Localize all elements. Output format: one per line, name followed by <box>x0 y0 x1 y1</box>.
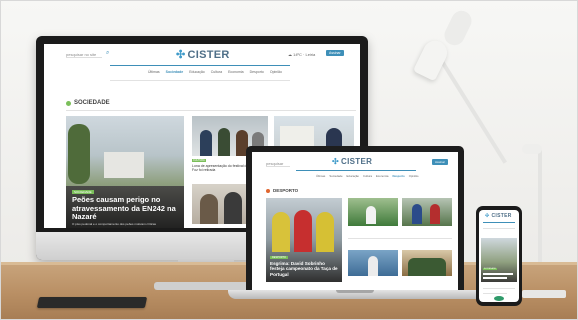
search-input[interactable]: pesquisar no site <box>66 52 102 58</box>
nav-item[interactable]: Desporto <box>250 70 264 74</box>
main-nav: Últimas Sociedade Educação Cultura Econo… <box>316 174 418 178</box>
person-shape <box>272 212 290 252</box>
nav-item-active[interactable]: Sociedade <box>166 70 184 74</box>
logo-text: CISTER <box>491 213 512 219</box>
nav-item-active[interactable]: Desporto <box>392 174 404 178</box>
logo-mark-icon: ✣ <box>332 157 340 166</box>
hero-headline-line <box>483 277 507 279</box>
site-logo[interactable]: ✣ CISTER <box>332 157 372 166</box>
person-shape <box>218 128 230 156</box>
nav-item[interactable]: Cultura <box>363 174 372 178</box>
nav-item[interactable]: Opinião <box>270 70 282 74</box>
search-input[interactable]: pesquisar <box>266 161 290 167</box>
nav-divider <box>110 80 290 81</box>
nav-item[interactable]: Cultura <box>211 70 222 74</box>
header-divider <box>483 222 515 223</box>
section-divider <box>66 110 356 111</box>
person-shape <box>366 206 376 224</box>
laptop-screen: pesquisar ✣ CISTER Assinar Últimas Socie… <box>252 152 458 290</box>
person-shape <box>316 212 334 252</box>
story-photo-court[interactable] <box>348 250 398 276</box>
story-photo-team[interactable] <box>402 250 452 276</box>
person-shape <box>200 194 218 224</box>
side-story-badge[interactable]: CULTURA <box>192 159 206 162</box>
logo-mark-icon: ✣ <box>485 213 490 219</box>
header-divider <box>296 170 416 171</box>
nav-item[interactable]: Educação <box>189 70 205 74</box>
monitor-foot <box>154 282 254 290</box>
section-heading: SOCIEDADE <box>66 100 110 106</box>
site-logo[interactable]: ✣ CISTER <box>485 213 512 219</box>
logo-text: CISTER <box>187 48 230 61</box>
laptop-notch <box>336 290 374 293</box>
main-nav: Últimas Sociedade Educação Cultura Econo… <box>148 70 282 74</box>
person-shape <box>200 130 212 156</box>
nav-item[interactable]: Economia <box>376 174 388 178</box>
section-title: SOCIEDADE <box>74 100 110 106</box>
hero-lede: O piso pedonal e o comportamento dos peõ… <box>72 222 157 226</box>
hero-photo[interactable]: DESPORTO Esgrima: David Sobrinho festeja… <box>266 198 342 282</box>
nav-item[interactable]: Educação <box>347 174 359 178</box>
site-logo[interactable]: ✣ CISTER <box>176 48 230 62</box>
header-divider <box>110 65 290 66</box>
person-shape <box>408 258 446 276</box>
person-shape <box>294 210 312 252</box>
search-icon[interactable]: ⌕ <box>106 50 109 57</box>
tree-shape <box>68 124 90 184</box>
hero-photo[interactable]: SOCIEDADE <box>481 238 517 282</box>
nav-item[interactable]: Últimas <box>316 174 325 178</box>
subscribe-button[interactable]: Assinar <box>326 50 344 56</box>
nav-item[interactable]: Últimas <box>148 70 160 74</box>
nav-item[interactable]: Sociedade <box>329 174 342 178</box>
smartphone: ✣ CISTER SOCIEDADE <box>476 206 522 306</box>
hero-category-badge[interactable]: SOCIEDADE <box>483 268 497 270</box>
section-dot-icon <box>66 100 71 106</box>
story-divider <box>483 288 515 289</box>
logo-text: CISTER <box>341 157 373 166</box>
nav-item[interactable]: Economia <box>228 70 244 74</box>
hero-category-badge[interactable]: DESPORTO <box>270 256 288 259</box>
laptop: pesquisar ✣ CISTER Assinar Últimas Socie… <box>246 146 464 292</box>
hero-headline[interactable]: Esgrima: David Sobrinho festeja campeona… <box>270 261 340 277</box>
hero-headline-line <box>483 273 513 275</box>
section-dot-icon <box>266 188 270 193</box>
hero-category-badge[interactable]: SOCIEDADE <box>72 190 94 194</box>
story-divider <box>483 293 507 294</box>
lamp-joint <box>522 144 542 154</box>
nav-item[interactable]: Opinião <box>409 174 419 178</box>
nav-divider <box>483 228 515 229</box>
phone-screen: ✣ CISTER SOCIEDADE <box>479 210 519 302</box>
home-indicator[interactable] <box>494 296 504 301</box>
story-photo-portrait[interactable] <box>192 184 252 224</box>
person-shape <box>430 204 440 224</box>
weather-widget: ☁ 14ºC · Leiria <box>288 52 316 57</box>
lamp-base <box>522 290 566 298</box>
story-divider <box>348 238 452 239</box>
person-shape <box>368 256 378 276</box>
site-header: pesquisar no site ⌕ ✣ CISTER ☁ 14ºC · Le… <box>44 44 360 62</box>
story-photo-field[interactable] <box>348 198 398 226</box>
section-heading: DESPORTO <box>266 188 298 193</box>
story-photo-game[interactable] <box>402 198 452 226</box>
person-shape <box>412 204 422 224</box>
hero-headline[interactable]: Peões causam perigo no atravessamento da… <box>72 195 180 222</box>
building-shape <box>104 152 144 178</box>
section-title: DESPORTO <box>273 188 299 193</box>
logo-mark-icon: ✣ <box>176 49 186 61</box>
subscribe-button[interactable]: Assinar <box>432 159 449 165</box>
person-shape <box>224 192 242 224</box>
hero-photo[interactable]: SOCIEDADE Peões causam perigo no atraves… <box>66 116 184 228</box>
desk-tablet <box>36 297 148 308</box>
